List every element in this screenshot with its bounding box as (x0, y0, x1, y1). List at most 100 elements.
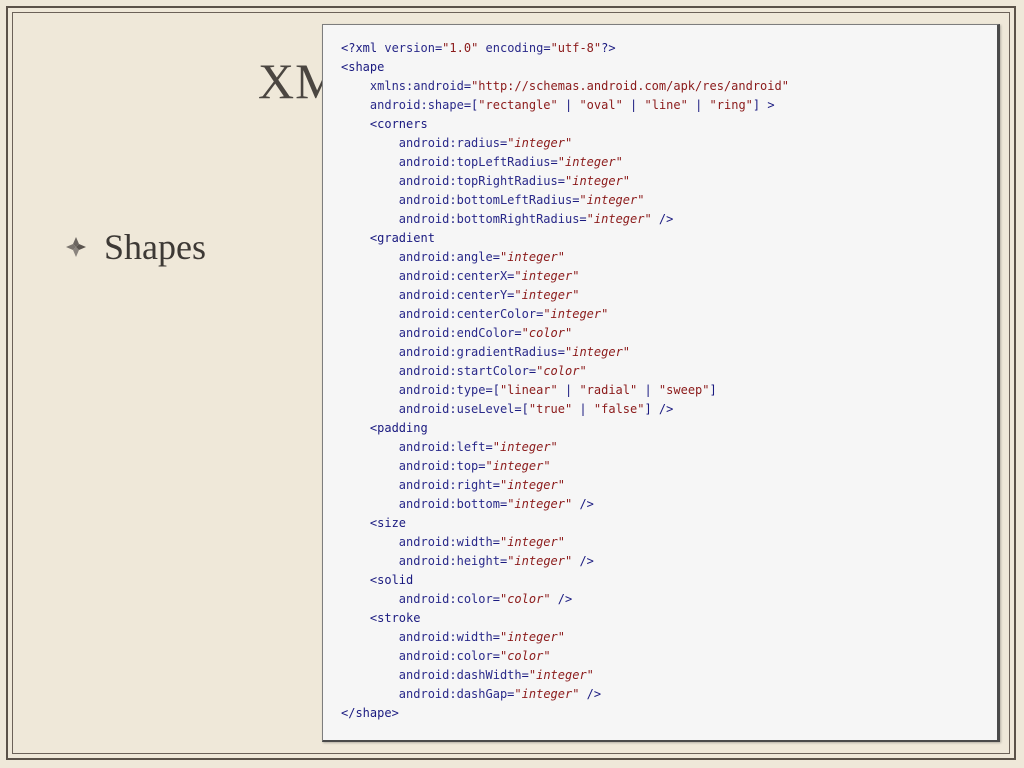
code-token: <shape (341, 60, 385, 74)
code-line: <shape (341, 58, 789, 77)
code-token: <stroke (341, 611, 421, 625)
code-token: <?xml (341, 41, 385, 55)
code-token: = (557, 174, 565, 188)
code-token: <padding (341, 421, 428, 435)
code-token: | (637, 383, 659, 397)
code-token: =[ (463, 98, 479, 112)
xml-code-block: <?xml version="1.0" encoding="utf-8"?> <s… (341, 39, 789, 723)
code-line: android:right="integer" (341, 476, 789, 495)
code-line: <stroke (341, 609, 789, 628)
code-token: = (521, 668, 529, 682)
code-token: =[ (514, 402, 529, 416)
code-token: android:topLeftRadius (398, 155, 551, 169)
code-screenshot-panel: <?xml version="1.0" encoding="utf-8"?> <s… (322, 24, 1000, 742)
code-token: "ring" (709, 98, 753, 112)
code-token: integer (514, 554, 565, 568)
code-token: android:gradientRadius (398, 345, 558, 359)
code-token: color (507, 649, 544, 663)
code-token: " (528, 668, 537, 682)
code-token: = (492, 250, 500, 264)
code-token: <gradient (341, 231, 435, 245)
code-token: integer (572, 174, 623, 188)
code-token: android:useLevel (398, 402, 515, 416)
code-token: " (601, 307, 609, 321)
code-line: <padding (341, 419, 789, 438)
code-token: = (557, 345, 565, 359)
code-token: " (579, 364, 587, 378)
code-line: android:angle="integer" (341, 248, 789, 267)
code-token: android:color (398, 592, 493, 606)
code-line: android:dashWidth="integer" (341, 666, 789, 685)
code-token: color (543, 364, 580, 378)
code-token: " (485, 459, 493, 473)
code-token: android:width (398, 535, 493, 549)
code-token: android:right (398, 478, 493, 492)
code-token: = (550, 155, 558, 169)
code-token: xmlns:android (369, 79, 464, 93)
code-line: android:type=["linear" | "radial" | "swe… (341, 381, 789, 400)
code-token: | (687, 98, 710, 112)
code-token: "oval" (579, 98, 623, 112)
code-token: <size (341, 516, 407, 530)
code-token: "false" (593, 402, 645, 416)
code-token: " (543, 592, 551, 606)
code-token: " (557, 535, 565, 549)
code-token: integer (572, 345, 623, 359)
code-token: integer (507, 630, 558, 644)
code-line: android:topRightRadius="integer" (341, 172, 789, 191)
code-token: android:color (398, 649, 493, 663)
code-token: /> (651, 212, 674, 226)
code-token: android:endColor (398, 326, 515, 340)
code-token: "http://schemas.android.com/apk/res/andr… (471, 79, 789, 93)
code-token: " (550, 440, 558, 454)
code-token: android:centerY (398, 288, 508, 302)
code-token: </shape> (341, 706, 399, 720)
code-line: xmlns:android="http://schemas.android.co… (341, 77, 789, 96)
code-line: android:color="color" (341, 647, 789, 666)
code-token: ] /> (644, 402, 674, 416)
code-token: = (543, 41, 551, 55)
code-line: android:topLeftRadius="integer" (341, 153, 789, 172)
code-token: " (492, 440, 500, 454)
code-token: = (492, 630, 500, 644)
code-line: android:shape=["rectangle" | "oval" | "l… (341, 96, 789, 115)
code-line: android:gradientRadius="integer" (341, 343, 789, 362)
code-token: | (557, 383, 580, 397)
code-token: "sweep" (658, 383, 710, 397)
code-line: <solid (341, 571, 789, 590)
code-line: <gradient (341, 229, 789, 248)
code-token: android:dashGap (398, 687, 508, 701)
code-token: android:top (398, 459, 479, 473)
code-token: | (622, 98, 645, 112)
code-token: encoding (485, 41, 544, 55)
code-token: color (507, 592, 544, 606)
code-token: " (572, 288, 580, 302)
code-token: = (492, 535, 500, 549)
code-token: " (557, 155, 565, 169)
code-token: android:shape (369, 98, 464, 112)
code-token: <corners (341, 117, 428, 131)
code-token: =[ (485, 383, 500, 397)
code-line: <corners (341, 115, 789, 134)
code-token: integer (593, 212, 645, 226)
code-token: <solid (341, 573, 414, 587)
code-token: | (557, 98, 580, 112)
code-token: android:dashWidth (398, 668, 522, 682)
code-line: android:left="integer" (341, 438, 789, 457)
